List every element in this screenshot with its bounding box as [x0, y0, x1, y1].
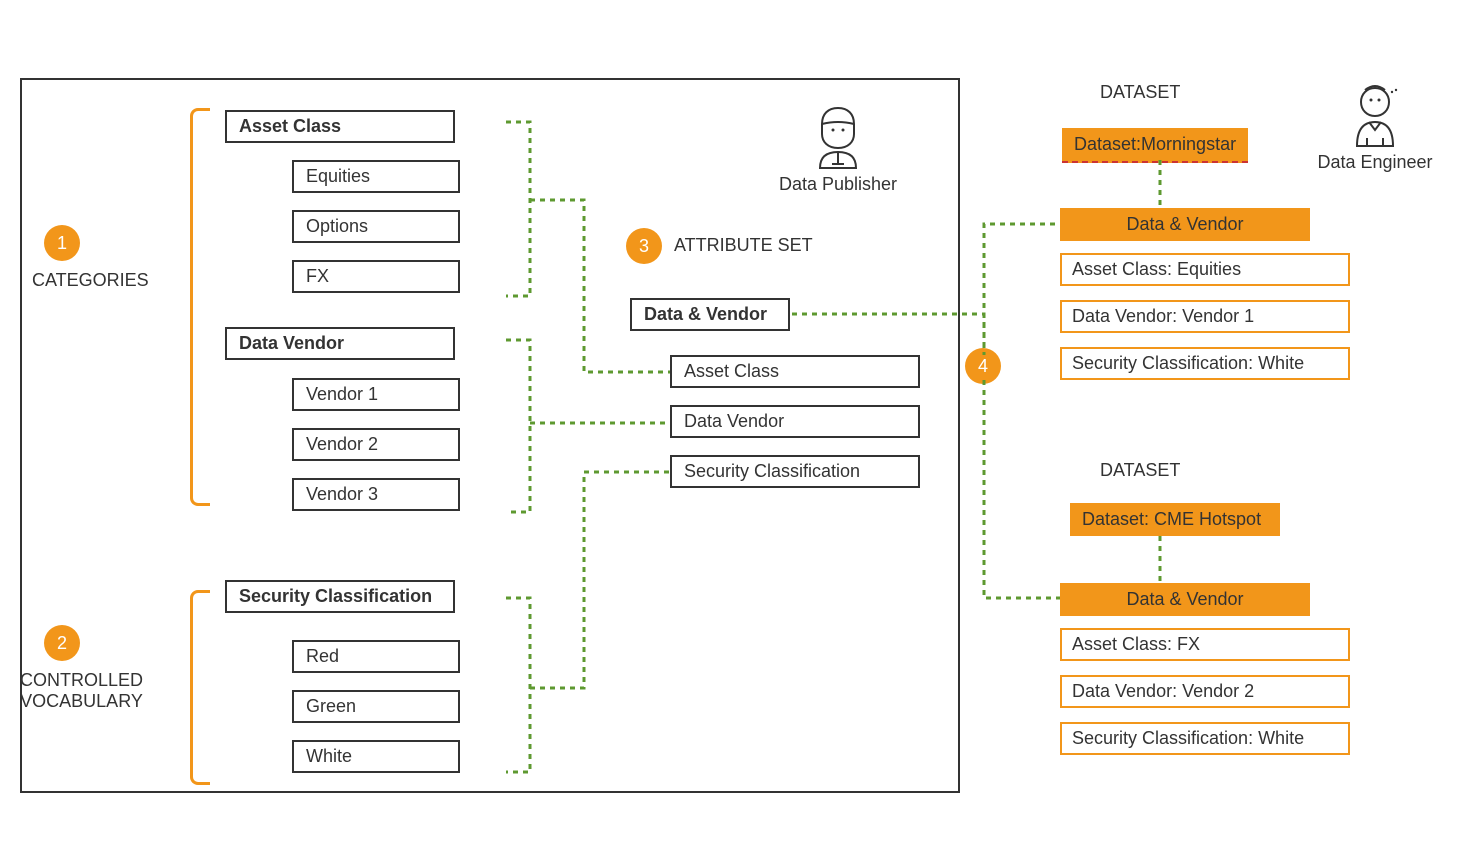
dataset2-kv-security: Security Classification: White: [1060, 722, 1350, 755]
controlled-header-security: Security Classification: [225, 580, 455, 613]
section-number-4: 4: [965, 348, 1001, 384]
controlled-item-green: Green: [292, 690, 460, 723]
dataset2-kv-asset: Asset Class: FX: [1060, 628, 1350, 661]
category-item-vendor1: Vendor 1: [292, 378, 460, 411]
attribute-item-security: Security Classification: [670, 455, 920, 488]
category-item-vendor3: Vendor 3: [292, 478, 460, 511]
controlled-item-white: White: [292, 740, 460, 773]
category-item-vendor2: Vendor 2: [292, 428, 460, 461]
persona-data-publisher: Data Publisher: [768, 102, 908, 195]
section-number-1: 1: [44, 225, 80, 261]
category-item-equities: Equities: [292, 160, 460, 193]
controlled-item-red: Red: [292, 640, 460, 673]
category-item-options: Options: [292, 210, 460, 243]
section-label-attribute: ATTRIBUTE SET: [674, 235, 813, 256]
dataset2-head: DATASET: [1100, 460, 1180, 481]
brace-controlled: [190, 590, 210, 785]
dataset1-kv-asset: Asset Class: Equities: [1060, 253, 1350, 286]
dataset1-head: DATASET: [1100, 82, 1180, 103]
dataset2-name: Dataset: CME Hotspot: [1070, 503, 1280, 536]
persona-data-engineer: Data Engineer: [1305, 80, 1445, 173]
dataset1-kv-security: Security Classification: White: [1060, 347, 1350, 380]
section-label-controlled: CONTROLLED VOCABULARY: [20, 670, 143, 712]
dataset2-group: Data & Vendor: [1060, 583, 1310, 616]
attribute-item-data-vendor: Data Vendor: [670, 405, 920, 438]
section-number-2: 2: [44, 625, 80, 661]
persona-engineer-label: Data Engineer: [1317, 152, 1432, 172]
category-item-fx: FX: [292, 260, 460, 293]
category-header-data-vendor: Data Vendor: [225, 327, 455, 360]
brace-categories: [190, 108, 210, 506]
dataset1-kv-vendor: Data Vendor: Vendor 1: [1060, 300, 1350, 333]
dataset1-group: Data & Vendor: [1060, 208, 1310, 241]
persona-publisher-label: Data Publisher: [779, 174, 897, 194]
dataset2-kv-vendor: Data Vendor: Vendor 2: [1060, 675, 1350, 708]
section-number-3: 3: [626, 228, 662, 264]
category-header-asset-class: Asset Class: [225, 110, 455, 143]
engineer-icon: [1345, 80, 1405, 148]
person-icon: [808, 102, 868, 170]
section-label-categories: CATEGORIES: [32, 270, 149, 291]
attribute-set-header: Data & Vendor: [630, 298, 790, 331]
attribute-item-asset-class: Asset Class: [670, 355, 920, 388]
dataset1-name: Dataset:Morningstar: [1062, 128, 1248, 163]
